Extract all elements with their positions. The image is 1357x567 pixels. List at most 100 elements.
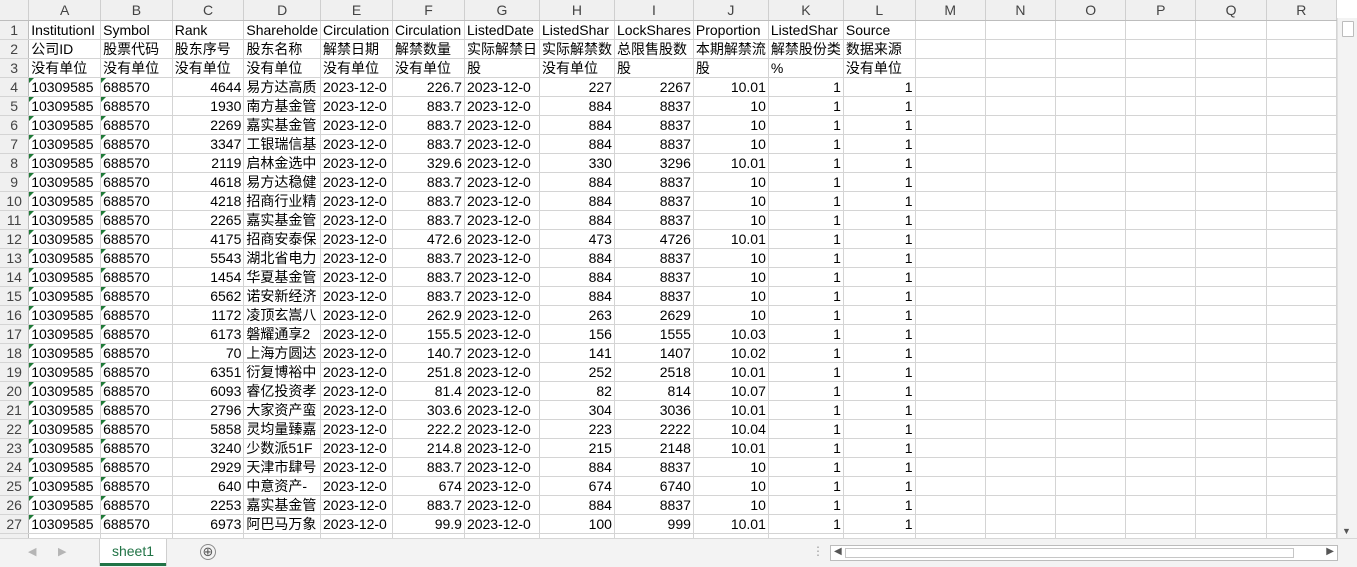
cell[interactable] xyxy=(1266,457,1337,477)
horizontal-scroll-thumb[interactable] xyxy=(845,548,1294,558)
cell[interactable]: 883.7 xyxy=(392,286,465,306)
cell[interactable]: 本期解禁流 xyxy=(693,39,769,59)
cell[interactable] xyxy=(1125,286,1197,306)
cell[interactable]: 诺安新经济 xyxy=(243,286,322,306)
cell[interactable]: 1 xyxy=(843,419,916,439)
cell[interactable]: 884 xyxy=(539,267,615,287)
cell[interactable]: 没有单位 xyxy=(172,58,245,78)
cell[interactable]: 股 xyxy=(464,58,540,78)
cell[interactable]: 1 xyxy=(843,305,916,325)
cell[interactable]: 688570 xyxy=(100,438,173,458)
cell[interactable]: 884 xyxy=(539,191,615,211)
cell[interactable]: 10 xyxy=(693,476,769,496)
cell[interactable]: 1 xyxy=(843,476,916,496)
cell[interactable]: 1 xyxy=(768,153,844,173)
cell[interactable]: 2518 xyxy=(614,362,694,382)
column-header-d[interactable]: D xyxy=(243,0,322,21)
cell[interactable] xyxy=(1055,362,1127,382)
cell[interactable] xyxy=(1266,39,1337,59)
cell[interactable] xyxy=(1125,476,1197,496)
cell[interactable]: 2023-12-0 xyxy=(464,438,540,458)
cell[interactable]: 股 xyxy=(614,58,694,78)
cell[interactable]: 2023-12-0 xyxy=(464,191,540,211)
cell[interactable]: 222.2 xyxy=(392,419,465,439)
cell[interactable]: 10 xyxy=(693,96,769,116)
cell[interactable]: 1 xyxy=(843,324,916,344)
cell[interactable]: 688570 xyxy=(100,134,173,154)
cell[interactable]: 884 xyxy=(539,457,615,477)
cell[interactable]: 688570 xyxy=(100,400,173,420)
cell[interactable] xyxy=(1266,134,1337,154)
cell[interactable]: 1454 xyxy=(172,267,245,287)
cell[interactable]: 1 xyxy=(843,153,916,173)
cell[interactable] xyxy=(1055,267,1127,287)
column-header-e[interactable]: E xyxy=(320,0,393,21)
cell[interactable] xyxy=(1195,153,1267,173)
cell[interactable]: 2023-12-0 xyxy=(320,115,393,135)
cell[interactable] xyxy=(915,134,986,154)
cell[interactable] xyxy=(1055,134,1127,154)
cell[interactable]: 2023-12-0 xyxy=(320,134,393,154)
cell[interactable]: 4218 xyxy=(172,191,245,211)
column-header-p[interactable]: P xyxy=(1125,0,1197,21)
cell[interactable]: 凌顶玄嵩八 xyxy=(243,305,322,325)
cell[interactable] xyxy=(1125,210,1197,230)
cell[interactable]: 1 xyxy=(843,362,916,382)
cell[interactable]: 214.8 xyxy=(392,438,465,458)
cell[interactable] xyxy=(1125,115,1197,135)
cell[interactable]: 2023-12-0 xyxy=(320,210,393,230)
cell[interactable] xyxy=(915,58,986,78)
cell[interactable]: 674 xyxy=(539,476,615,496)
cell[interactable]: 688570 xyxy=(100,286,173,306)
cell[interactable]: 884 xyxy=(539,115,615,135)
cell[interactable] xyxy=(1055,419,1127,439)
cell[interactable]: 82 xyxy=(539,381,615,401)
cell[interactable]: 10309585 xyxy=(28,400,102,420)
cell[interactable] xyxy=(985,495,1057,515)
cell[interactable]: 688570 xyxy=(100,229,173,249)
cell[interactable] xyxy=(915,438,986,458)
row-header[interactable]: 13 xyxy=(0,248,30,268)
cell[interactable]: 工银瑞信基 xyxy=(243,134,322,154)
cell[interactable]: 2023-12-0 xyxy=(464,400,540,420)
cell[interactable] xyxy=(915,153,986,173)
cell[interactable] xyxy=(1266,381,1337,401)
cell[interactable]: 1 xyxy=(768,324,844,344)
row-header[interactable]: 11 xyxy=(0,210,30,230)
cell[interactable]: 1 xyxy=(768,229,844,249)
cell[interactable]: 1172 xyxy=(172,305,245,325)
cell[interactable] xyxy=(1055,305,1127,325)
cell[interactable]: 10 xyxy=(693,495,769,515)
cell[interactable] xyxy=(985,343,1057,363)
cell[interactable]: 10309585 xyxy=(28,514,102,534)
cell[interactable]: 1 xyxy=(768,248,844,268)
cell[interactable]: 2629 xyxy=(614,305,694,325)
cell[interactable]: 330 xyxy=(539,153,615,173)
cell[interactable] xyxy=(1195,96,1267,116)
cell[interactable]: 3240 xyxy=(172,438,245,458)
cell[interactable]: 10.01 xyxy=(693,229,769,249)
cell[interactable] xyxy=(985,324,1057,344)
cell[interactable] xyxy=(1125,381,1197,401)
column-header-g[interactable]: G xyxy=(464,0,540,21)
cell[interactable]: 10309585 xyxy=(28,286,102,306)
row-header[interactable]: 3 xyxy=(0,58,30,78)
cell[interactable]: 2929 xyxy=(172,457,245,477)
cell[interactable]: 10309585 xyxy=(28,362,102,382)
cell[interactable]: 3347 xyxy=(172,134,245,154)
cell[interactable]: 883.7 xyxy=(392,267,465,287)
cell[interactable]: 2023-12-0 xyxy=(320,153,393,173)
cell[interactable] xyxy=(915,343,986,363)
cell[interactable]: 223 xyxy=(539,419,615,439)
cell[interactable]: 140.7 xyxy=(392,343,465,363)
cell[interactable] xyxy=(1266,438,1337,458)
cell[interactable]: 南方基金管 xyxy=(243,96,322,116)
cell[interactable]: 1 xyxy=(843,229,916,249)
cell[interactable]: 少数派51F xyxy=(243,438,322,458)
row-header[interactable]: 7 xyxy=(0,134,30,154)
cell[interactable] xyxy=(1055,191,1127,211)
cell[interactable]: 10 xyxy=(693,134,769,154)
cell[interactable] xyxy=(1266,191,1337,211)
cell[interactable]: 1 xyxy=(843,248,916,268)
cell[interactable]: 6973 xyxy=(172,514,245,534)
